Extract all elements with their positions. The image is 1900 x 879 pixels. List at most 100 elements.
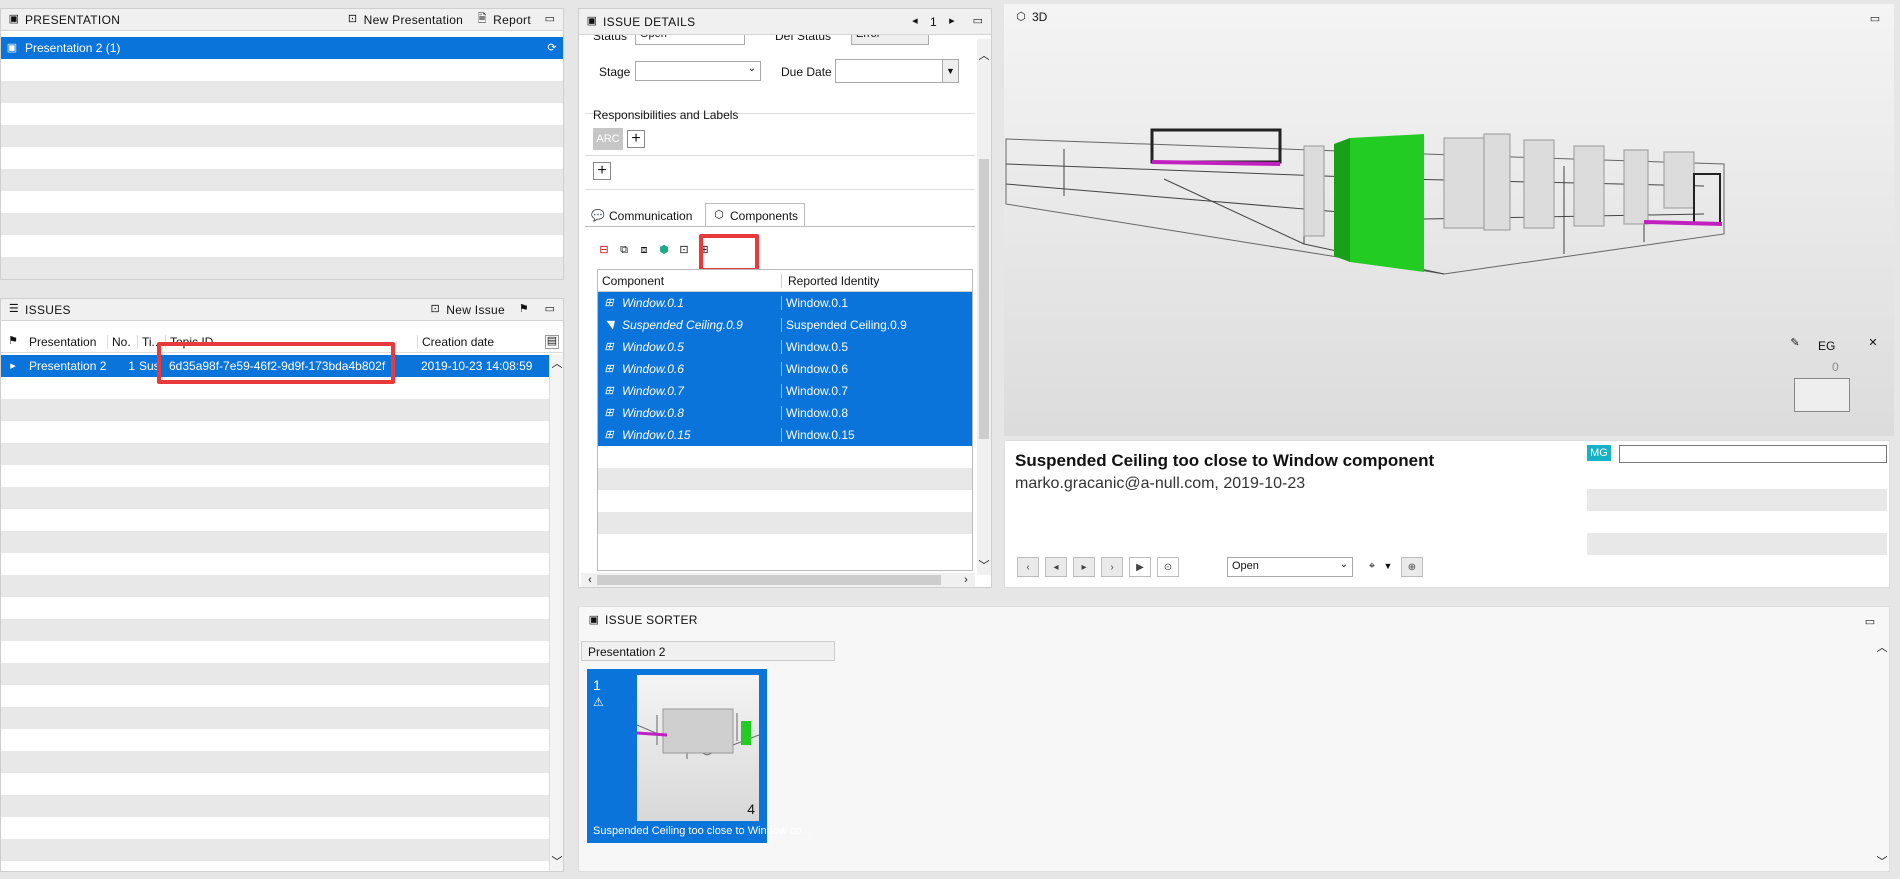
add-label-button[interactable]: + xyxy=(593,162,611,180)
floor-plan-thumbnail[interactable] xyxy=(1794,378,1850,412)
scroll-right-icon[interactable]: › xyxy=(959,573,973,587)
isolate-component-icon[interactable]: ⬢ xyxy=(657,243,671,257)
scroll-down-icon[interactable]: ﹀ xyxy=(977,559,991,573)
remove-component-icon[interactable]: ⊟ xyxy=(597,243,611,257)
previous-icon[interactable]: ◂ xyxy=(908,15,922,29)
deselect-component-icon[interactable]: ⧈ xyxy=(637,243,651,257)
new-presentation-button[interactable]: ⊡ New Presentation xyxy=(346,13,464,27)
details-horizontal-scrollbar[interactable]: ‹ › xyxy=(581,573,975,587)
scroll-thumb[interactable] xyxy=(979,159,989,439)
scroll-up-icon[interactable]: ︿ xyxy=(550,357,564,371)
issue-details-title: ISSUE DETAILS xyxy=(603,14,696,29)
snapshot-button[interactable]: ⊕ xyxy=(1401,557,1423,577)
previous-button[interactable]: ◂ xyxy=(1045,557,1067,577)
floor-label: EG xyxy=(1818,339,1836,353)
new-presentation-icon: ⊡ xyxy=(347,13,358,25)
issues-header: ☰ ISSUES ⊡ New Issue ⚑ ▭ xyxy=(1,299,563,321)
reported-identity: Window.0.15 xyxy=(786,428,855,442)
close-icon[interactable]: ✕ xyxy=(1866,336,1880,350)
component-row[interactable]: ⊞ Window.0.7 Window.0.7 xyxy=(598,380,972,402)
presentation-list-item[interactable]: ▣ Presentation 2 (1) ⟳ xyxy=(1,37,563,59)
due-date-label: Due Date xyxy=(781,65,832,79)
issue-sorter-panel: ▣ ISSUE SORTER ▭ Presentation 2 1 ⚠ 4 Su… xyxy=(578,606,1890,872)
page-number: 1 xyxy=(930,14,937,29)
tab-components[interactable]: ⬡ Components xyxy=(705,203,806,227)
component-row[interactable]: ⊞ Window.0.5 Window.0.5 xyxy=(598,336,972,358)
column-no[interactable]: No. xyxy=(107,334,137,349)
stage-select[interactable]: ⌄ xyxy=(635,61,761,81)
issue-status-select[interactable]: Open ⌄ xyxy=(1227,557,1353,577)
new-issue-button[interactable]: ⊡ New Issue xyxy=(428,303,505,317)
component-row[interactable]: ⊞ Window.0.6 Window.0.6 xyxy=(598,358,972,380)
refresh-icon[interactable]: ⟳ xyxy=(545,41,559,55)
component-name: Window.0.7 xyxy=(622,384,684,398)
column-component[interactable]: Component xyxy=(598,273,782,288)
scroll-down-icon[interactable]: ﹀ xyxy=(1875,855,1889,869)
hscroll-thumb[interactable] xyxy=(597,575,941,585)
components-table-header: Component Reported Identity xyxy=(598,270,972,292)
def-status-label: Def Status xyxy=(775,35,832,43)
scroll-down-icon[interactable]: ﹀ xyxy=(550,855,564,869)
column-creation-date[interactable]: Creation date xyxy=(417,334,545,349)
issue-presentation: Presentation 2 xyxy=(29,359,107,373)
maximize-details-button[interactable]: ▭ xyxy=(971,15,985,29)
cube-icon: ⬡ xyxy=(1016,10,1026,23)
hide-component-icon[interactable]: ⊡ xyxy=(677,243,691,257)
add-responsibility-button[interactable]: + xyxy=(627,130,645,148)
select-component-icon[interactable]: ⧉ xyxy=(617,243,631,257)
component-row[interactable]: ⊞ Window.0.15 Window.0.15 xyxy=(598,424,972,446)
scroll-left-icon[interactable]: ‹ xyxy=(583,573,597,587)
building-model[interactable] xyxy=(1004,124,1764,294)
column-reported-identity[interactable]: Reported Identity xyxy=(782,274,879,288)
report-button[interactable]: 🗎 Report xyxy=(475,13,531,27)
chevron-down-icon: ⌄ xyxy=(747,63,756,74)
maximize-presentation-button[interactable]: ▭ xyxy=(543,13,557,27)
calendar-dropdown-icon[interactable]: ▼ xyxy=(942,60,958,82)
floor-selector[interactable]: ✎ EG ✕ 0 xyxy=(1788,334,1888,434)
new-issue-label: New Issue xyxy=(446,302,505,317)
component-cell: ⊞ Window.0.5 xyxy=(598,340,782,354)
maximize-icon: ▭ xyxy=(544,303,556,315)
camera-add-icon[interactable]: ⌖ xyxy=(1365,559,1379,573)
details-vertical-scrollbar[interactable]: ︿ ﹀ xyxy=(977,39,991,575)
last-button[interactable]: › xyxy=(1101,557,1123,577)
column-presentation[interactable]: Presentation xyxy=(25,335,107,349)
sorter-scrollbar[interactable]: ︿ ﹀ xyxy=(1875,641,1889,869)
present-button[interactable]: ⊙ xyxy=(1157,557,1179,577)
component-row[interactable]: ⊞ Window.0.8 Window.0.8 xyxy=(598,402,972,424)
details-icon: ▣ xyxy=(586,15,598,27)
reported-identity: Window.0.1 xyxy=(786,296,849,310)
issues-scrollbar[interactable]: ︿ ﹀ xyxy=(549,355,563,871)
responsibility-tag-label: ARC xyxy=(596,133,620,145)
play-button[interactable]: ▶ xyxy=(1129,557,1151,577)
component-cell: ◥ Suspended Ceiling.0.9 xyxy=(598,318,782,332)
play-icon: ▶ xyxy=(1136,561,1144,573)
issues-title: ISSUES xyxy=(25,302,71,317)
first-button[interactable]: ‹ xyxy=(1017,557,1039,577)
flag-column-icon[interactable]: ⚑ xyxy=(1,335,25,349)
maximize-3d-icon[interactable]: ▭ xyxy=(1868,12,1882,26)
camera-dropdown-icon[interactable]: ▼ xyxy=(1381,559,1395,573)
due-date-field[interactable]: ▼ xyxy=(835,59,959,83)
comment-input[interactable] xyxy=(1619,445,1887,463)
scroll-up-icon[interactable]: ︿ xyxy=(977,49,991,63)
edit-floor-icon[interactable]: ✎ xyxy=(1788,336,1802,350)
next-button[interactable]: ▸ xyxy=(1073,557,1095,577)
maximize-sorter-icon[interactable]: ▭ xyxy=(1863,615,1877,629)
tab-communication[interactable]: 💬 Communication xyxy=(587,205,696,227)
component-name: Window.0.1 xyxy=(622,296,684,310)
status-field[interactable]: Open xyxy=(635,35,745,45)
issue-card[interactable]: 1 ⚠ 4 Suspended Ceiling too close to Win… xyxy=(587,669,811,843)
presentation-item-icon: ▣ xyxy=(6,41,18,54)
component-row[interactable]: ◥ Suspended Ceiling.0.9 Suspended Ceiling.… xyxy=(598,314,972,336)
maximize-issues-button[interactable]: ▭ xyxy=(543,303,557,317)
column-chooser-icon[interactable]: ▤ xyxy=(545,334,559,349)
next-icon[interactable]: ▸ xyxy=(945,15,959,29)
responsibility-tag[interactable]: ARC xyxy=(593,128,623,150)
tab-components-label: Components xyxy=(730,208,799,223)
component-row[interactable]: ⊞ Window.0.1 Window.0.1 xyxy=(598,292,972,314)
flag-filter-button[interactable]: ⚑ xyxy=(517,303,531,317)
scroll-up-icon[interactable]: ︿ xyxy=(1875,641,1889,655)
def-status-field[interactable]: Error xyxy=(851,35,929,45)
maximize-icon: ▭ xyxy=(972,15,984,27)
